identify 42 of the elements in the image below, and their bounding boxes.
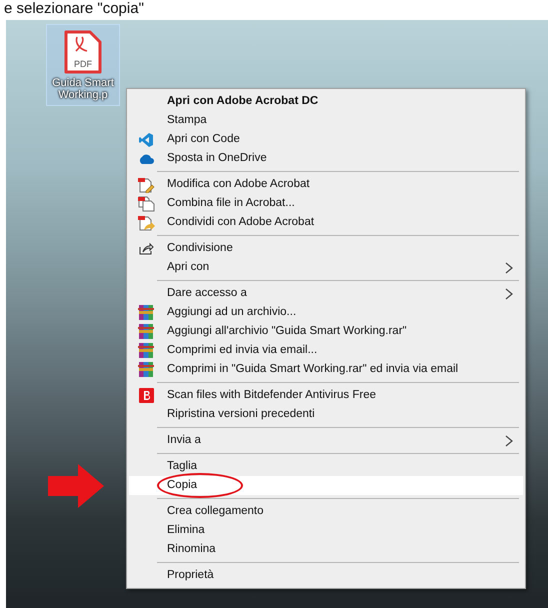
chevron-icon [505,262,513,274]
menu-item[interactable]: Sposta in OneDrive [129,149,523,168]
menu-item[interactable]: Comprimi ed invia via email... [129,341,523,360]
menu-item[interactable]: Copia [129,476,523,495]
cloud-icon [138,153,154,164]
share-icon [138,242,154,255]
menu-item[interactable]: Scan files with Bitdefender Antivirus Free [129,386,523,405]
menu-item[interactable]: Elimina [129,521,523,540]
file-name: Guida Smart Working.p [51,77,115,101]
arrow-icon [48,464,104,508]
pdf-file-icon: PDF [63,29,103,75]
letter-b-icon [138,388,154,403]
menu-item[interactable]: Proprietà [129,566,523,585]
desktop-file[interactable]: PDF Guida Smart Working.p [46,24,120,106]
menu-item[interactable]: Apri con [129,258,523,277]
caption-text: e selezionare "copia" [3,0,145,19]
menu-item[interactable]: Rinomina [129,540,523,559]
menu-item[interactable]: Condivisione [129,239,523,258]
documents-icon [137,196,155,212]
books-icon [138,362,154,377]
menu-item[interactable]: Aggiungi all'archivio "Guida Smart Working.rar" [129,322,523,341]
menu-item[interactable]: Apri con Code [129,130,523,149]
menu-item[interactable]: Combina file in Acrobat... [129,194,523,213]
menu-item[interactable]: Modifica con Adobe Acrobat [129,175,523,194]
menu-item[interactable]: Ripristina versioni precedenti [129,405,523,424]
menu-item[interactable]: Comprimi in "Guida Smart Working.rar" ed invia via email [129,360,523,379]
chevron-icon [505,288,513,300]
books-icon [138,343,154,358]
menu-item[interactable]: Dare accesso a [129,284,523,303]
menu-item[interactable]: Condividi con Adobe Acrobat [129,213,523,232]
document-arrow-icon [137,214,155,230]
menu-item[interactable]: Aggiungi ad un archivio... [129,303,523,322]
menu-item[interactable]: Crea collegamento [129,502,523,521]
menu-item[interactable]: Taglia [129,457,523,476]
books-icon [138,324,154,339]
code-editor-icon [138,132,154,148]
menu-item[interactable]: Apri con Adobe Acrobat DC [129,92,523,111]
menu-item[interactable]: Stampa [129,111,523,130]
books-icon [138,305,154,320]
chevron-icon [505,434,513,446]
menu-item[interactable]: Invia a [129,431,523,450]
document-pen-icon [137,176,155,192]
